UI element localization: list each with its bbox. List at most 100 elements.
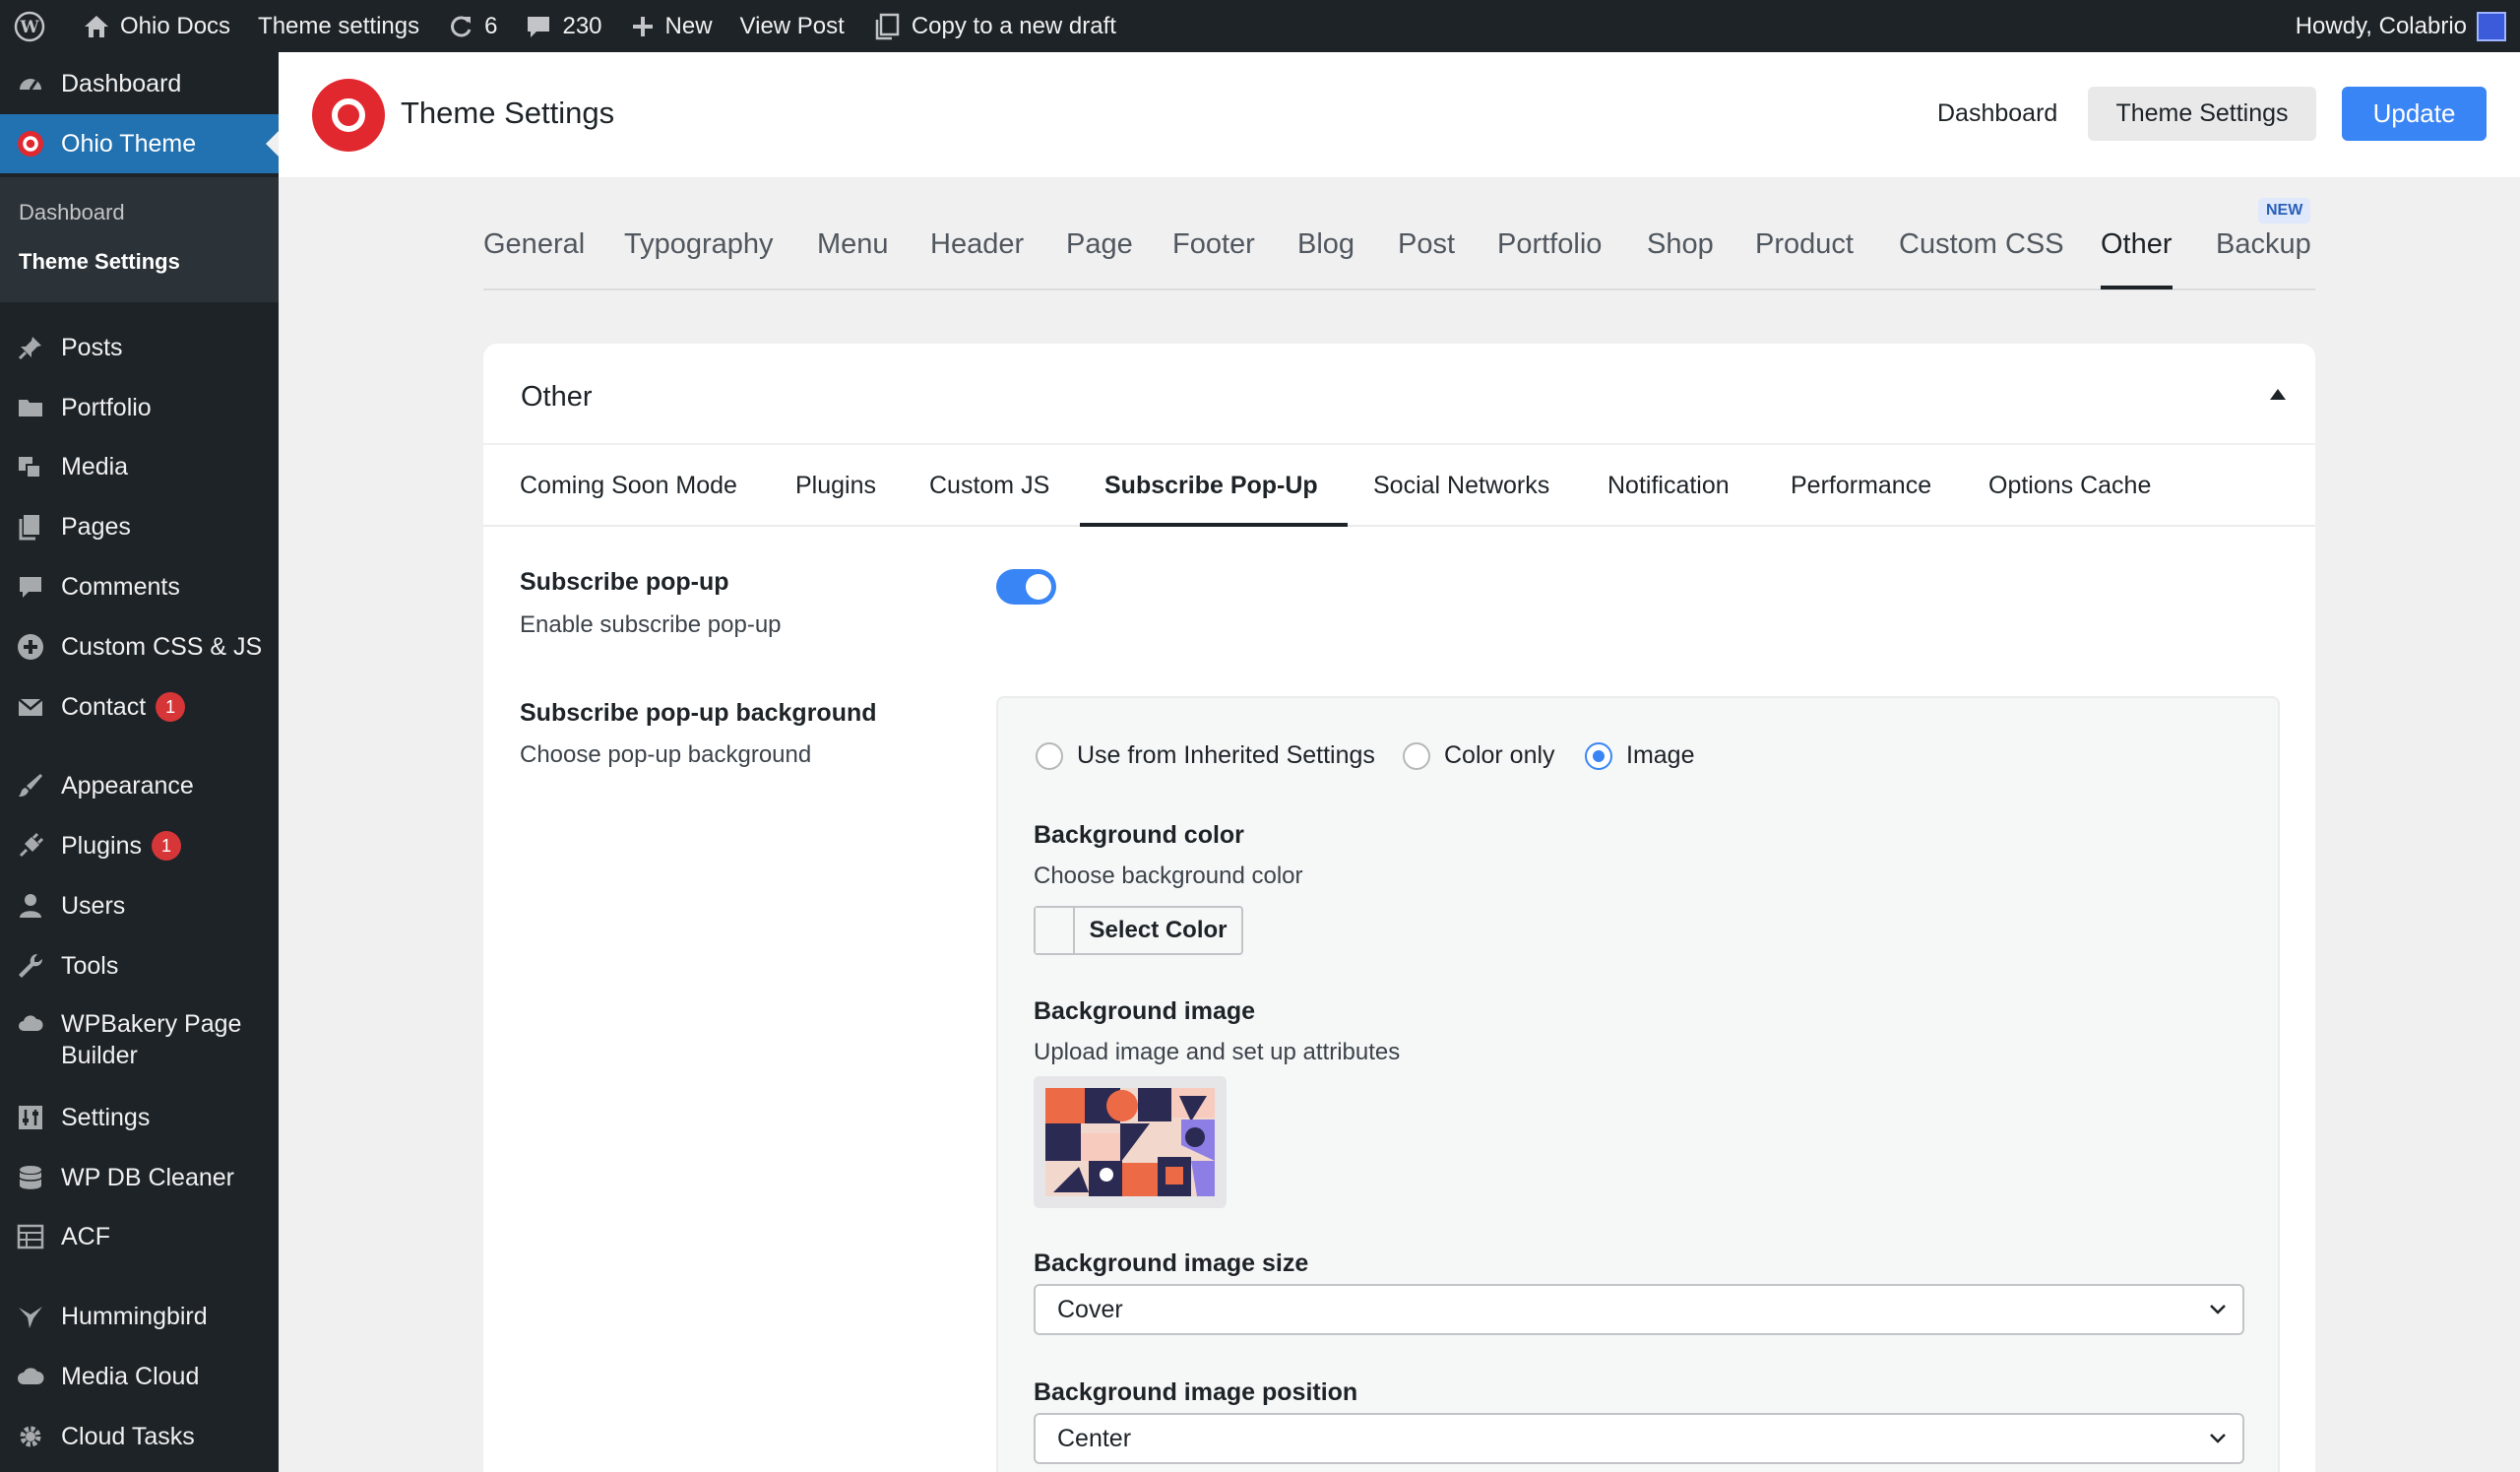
- subtab-notification[interactable]: Notification: [1607, 472, 1730, 500]
- sidebar-item-label: WPBakery Page Builder: [61, 1008, 241, 1071]
- tab-portfolio[interactable]: Portfolio: [1497, 228, 1602, 261]
- bg-position-value: Center: [1057, 1424, 1132, 1452]
- sidebar-item-acf[interactable]: ACF: [0, 1207, 279, 1266]
- subtab-plugins[interactable]: Plugins: [795, 472, 876, 500]
- site-name: Ohio Docs: [120, 12, 231, 39]
- sidebar-item-plugins[interactable]: Plugins 1: [0, 816, 279, 875]
- wrench-icon: [16, 951, 45, 981]
- sidebar-item-label: Media Cloud: [61, 1362, 200, 1390]
- sidebar-item-dashboard[interactable]: Dashboard: [0, 54, 279, 113]
- sidebar-item-ohio-theme[interactable]: Ohio Theme: [0, 114, 279, 173]
- sidebar-item-posts[interactable]: Posts: [0, 318, 279, 377]
- sidebar-item-cloud-tasks[interactable]: Cloud Tasks: [0, 1407, 279, 1466]
- comments-link[interactable]: 230: [511, 0, 615, 52]
- sidebar-item-pages[interactable]: Pages: [0, 497, 279, 556]
- user-icon: [16, 891, 45, 921]
- updates-link[interactable]: 6: [433, 0, 511, 52]
- new-badge: NEW: [2258, 198, 2311, 224]
- bg-size-select[interactable]: Cover: [1034, 1284, 2244, 1335]
- color-swatch: [1036, 908, 1075, 953]
- svg-text:W: W: [19, 18, 39, 37]
- subtab-options-cache[interactable]: Options Cache: [1988, 472, 2151, 500]
- radio-color[interactable]: [1403, 741, 1430, 770]
- update-button[interactable]: Update: [2342, 87, 2487, 141]
- sidebar-item-wpbakery[interactable]: WPBakery Page Builder: [0, 1003, 279, 1076]
- radio-image-option[interactable]: Image: [1585, 741, 1694, 770]
- tab-post[interactable]: Post: [1398, 228, 1455, 261]
- theme-settings-link[interactable]: Theme settings: [244, 0, 433, 52]
- plus-icon: [632, 16, 653, 36]
- header-dashboard-link[interactable]: Dashboard: [1937, 99, 2057, 128]
- plug-icon: [16, 831, 45, 861]
- bg-color-title: Background color: [1034, 821, 1244, 849]
- tab-page[interactable]: Page: [1066, 228, 1133, 261]
- howdy-label: Howdy, Colabrio: [2295, 12, 2467, 39]
- wpbakery-line1: WPBakery Page: [61, 1010, 242, 1038]
- refresh-icon: [451, 16, 472, 36]
- contact-badge: 1: [156, 692, 186, 722]
- subtab-performance[interactable]: Performance: [1791, 472, 1931, 500]
- view-post-link[interactable]: View Post: [726, 0, 858, 52]
- sidebar-item-settings[interactable]: Settings: [0, 1088, 279, 1147]
- tab-header[interactable]: Header: [930, 228, 1024, 261]
- submenu-theme-settings[interactable]: Theme Settings: [19, 249, 180, 275]
- subtab-subscribe-popup[interactable]: Subscribe Pop-Up: [1104, 472, 1318, 500]
- tab-custom-css[interactable]: Custom CSS: [1899, 228, 2064, 261]
- sidebar-item-appearance[interactable]: Appearance: [0, 756, 279, 815]
- sidebar-item-hummingbird[interactable]: Hummingbird: [0, 1287, 279, 1346]
- subtab-coming-soon[interactable]: Coming Soon Mode: [520, 472, 737, 500]
- sidebar-item-tools[interactable]: Tools: [0, 936, 279, 995]
- tab-typography[interactable]: Typography: [624, 228, 774, 261]
- sidebar-item-media[interactable]: Media: [0, 437, 279, 496]
- cloud-icon: [16, 1009, 45, 1039]
- tab-backup[interactable]: Backup: [2216, 228, 2311, 261]
- plugins-badge: 1: [152, 831, 181, 861]
- sidebar-item-wp-db-cleaner[interactable]: WP DB Cleaner: [0, 1148, 279, 1207]
- sidebar-item-label: Cloud Tasks: [61, 1422, 195, 1450]
- sidebar-item-users[interactable]: Users: [0, 876, 279, 935]
- tab-other[interactable]: Other: [2101, 228, 2173, 261]
- subscribe-popup-toggle[interactable]: [996, 569, 1056, 605]
- current-menu-arrow: [266, 131, 279, 157]
- radio-color-option[interactable]: Color only: [1403, 741, 1555, 770]
- tab-general[interactable]: General: [483, 228, 585, 261]
- background-desc: Choose pop-up background: [520, 741, 812, 768]
- collapse-up-icon[interactable]: [2270, 389, 2286, 400]
- tab-footer[interactable]: Footer: [1172, 228, 1255, 261]
- bg-size-title: Background image size: [1034, 1249, 1309, 1277]
- tab-shop[interactable]: Shop: [1647, 228, 1714, 261]
- my-account[interactable]: Howdy, Colabrio: [2296, 0, 2506, 52]
- background-image-thumbnail[interactable]: [1034, 1076, 1227, 1208]
- radio-inherited[interactable]: [1036, 741, 1063, 770]
- sidebar-item-portfolio[interactable]: Portfolio: [0, 378, 279, 437]
- background-options-box: Use from Inherited Settings Color only I…: [996, 696, 2280, 1472]
- radio-image[interactable]: [1585, 741, 1612, 770]
- bg-size-value: Cover: [1057, 1295, 1123, 1323]
- ohio-logo-icon: [16, 129, 45, 159]
- site-name-link[interactable]: Ohio Docs: [69, 0, 244, 52]
- sidebar-item-contact[interactable]: Contact 1: [0, 677, 279, 736]
- active-subtab-indicator: [1080, 523, 1348, 527]
- sidebar-item-custom-css-js[interactable]: Custom CSS & JS: [0, 617, 279, 676]
- background-title: Subscribe pop-up background: [520, 699, 877, 727]
- wordpress-icon: W: [14, 11, 45, 41]
- tab-blog[interactable]: Blog: [1297, 228, 1354, 261]
- sidebar-item-label: Contact: [61, 692, 147, 721]
- new-content-link[interactable]: New: [616, 0, 726, 52]
- submenu-dashboard[interactable]: Dashboard: [19, 200, 125, 225]
- folder-icon: [16, 393, 45, 422]
- subtab-social-networks[interactable]: Social Networks: [1373, 472, 1549, 500]
- bg-position-select[interactable]: Center: [1034, 1413, 2244, 1464]
- copy-draft-link[interactable]: Copy to a new draft: [858, 0, 1130, 52]
- database-icon: [16, 1163, 45, 1192]
- radio-inherited-option[interactable]: Use from Inherited Settings: [1036, 741, 1375, 770]
- tab-product[interactable]: Product: [1755, 228, 1854, 261]
- sidebar-item-comments[interactable]: Comments: [0, 557, 279, 616]
- plus-circle-icon: [16, 632, 45, 662]
- sidebar-item-media-cloud[interactable]: Media Cloud: [0, 1347, 279, 1406]
- subtab-custom-js[interactable]: Custom JS: [929, 472, 1049, 500]
- select-color-button[interactable]: Select Color: [1034, 906, 1243, 955]
- wp-logo-menu[interactable]: W: [0, 0, 69, 52]
- tab-menu[interactable]: Menu: [817, 228, 889, 261]
- header-theme-settings-button[interactable]: Theme Settings: [2088, 87, 2316, 141]
